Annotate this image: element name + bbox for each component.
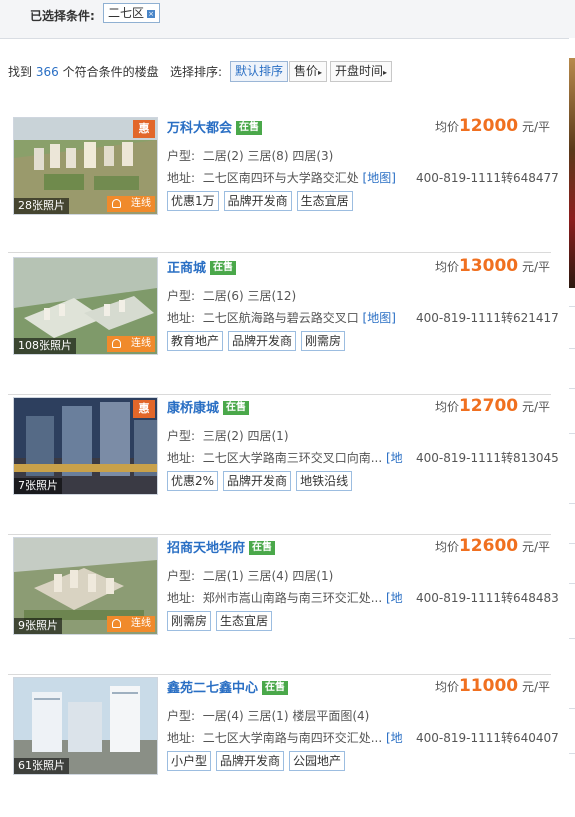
listing-layouts: 户型: 三居(2) 四居(1): [167, 429, 289, 443]
listing-name[interactable]: 鑫苑二七鑫中心 在售: [167, 677, 289, 696]
listing-layouts: 户型: 一居(4) 三居(1) 楼层平面图(4): [167, 709, 370, 723]
listing-photo[interactable]: 9张照片 连线: [13, 537, 158, 635]
feature-tag[interactable]: 品牌开发商: [216, 751, 285, 771]
listing-phone: 400-819-1111转813045: [416, 451, 559, 465]
listing-price: 均价12600 元/平: [434, 536, 550, 556]
sort-price-button[interactable]: 售价▸: [289, 61, 328, 82]
map-link[interactable]: [地图]: [363, 171, 396, 185]
filter-tag-label: 二七区: [108, 6, 145, 20]
filter-bar: 已选择条件: 二七区 ×: [0, 0, 575, 39]
listing-item: 108张照片 连线 正商城 在售 均价13000 元/平 户型: 二居(6) 三居…: [0, 256, 560, 397]
sort-arrow-icon: ▸: [318, 68, 323, 77]
feature-tag[interactable]: 优惠1万: [167, 191, 219, 211]
map-link[interactable]: [地: [386, 451, 403, 465]
bell-icon: [112, 339, 121, 348]
feature-tag[interactable]: 生态宜居: [296, 191, 353, 211]
on-sale-badge: 在售: [210, 261, 237, 275]
sort-open-date-button[interactable]: 开盘时间▸: [330, 61, 393, 82]
discount-badge: 惠: [133, 400, 155, 418]
on-sale-badge: 在售: [223, 401, 250, 415]
listing-photo[interactable]: 61张照片: [13, 677, 158, 775]
listing-address: 地址: 二七区大学路南三环交叉口向南... [地: [167, 451, 403, 465]
photo-count: 9张照片: [14, 618, 62, 634]
listing-phone: 400-819-1111转648483: [416, 591, 559, 605]
listing-tags: 优惠1万 品牌开发商 生态宜居: [167, 191, 358, 211]
live-chat-button[interactable]: 连线: [107, 336, 155, 352]
side-ad-image: [569, 58, 575, 288]
photo-count: 61张照片: [14, 758, 69, 774]
listing-layouts: 户型: 二居(6) 三居(12): [167, 289, 297, 303]
listing-photo[interactable]: 惠 28张照片 连线: [13, 117, 158, 215]
listing-address: 地址: 二七区航海路与碧云路交叉口 [地图]: [167, 311, 396, 325]
listing-address: 地址: 郑州市嵩山南路与南三环交汇处... [地: [167, 591, 403, 605]
result-count: 找到 366 个符合条件的楼盘: [8, 65, 159, 79]
photo-count: 28张照片: [14, 198, 69, 214]
listing-photo[interactable]: 108张照片 连线: [13, 257, 158, 355]
listing-item: 9张照片 连线 招商天地华府 在售 均价12600 元/平 户型: 二居(1) 三…: [0, 536, 560, 677]
feature-tag[interactable]: 生态宜居: [216, 611, 273, 631]
feature-tag[interactable]: 刚需房: [167, 611, 212, 631]
listing-price: 均价12000 元/平: [434, 116, 550, 136]
filter-tag-district[interactable]: 二七区 ×: [103, 3, 161, 23]
map-link[interactable]: [地图]: [363, 311, 396, 325]
on-sale-badge: 在售: [249, 541, 276, 555]
listing-address: 地址: 二七区南四环与大学路交汇处 [地图]: [167, 171, 396, 185]
bell-icon: [112, 199, 121, 208]
listing-tags: 刚需房 生态宜居: [167, 611, 277, 631]
feature-tag[interactable]: 刚需房: [301, 331, 346, 351]
listing-photo[interactable]: 惠 7张照片: [13, 397, 158, 495]
listing-item: 61张照片 鑫苑二七鑫中心 在售 均价11000 元/平 户型: 一居(4) 三居…: [0, 676, 560, 817]
sort-arrow-icon: ▸: [383, 68, 388, 77]
feature-tag[interactable]: 品牌开发商: [223, 471, 292, 491]
listing-item: 惠 7张照片 康桥康城 在售 均价12700 元/平 户型: 三居(2) 四居(1…: [0, 396, 560, 537]
close-icon[interactable]: ×: [147, 9, 156, 18]
map-link[interactable]: [地: [386, 731, 403, 745]
listing-price: 均价12700 元/平: [434, 396, 550, 416]
feature-tag[interactable]: 品牌开发商: [223, 191, 292, 211]
feature-tag[interactable]: 教育地产: [167, 331, 224, 351]
filter-label: 已选择条件:: [30, 9, 95, 23]
side-panel-edge: [569, 38, 575, 774]
photo-count: 108张照片: [14, 338, 76, 354]
feature-tag[interactable]: 品牌开发商: [228, 331, 297, 351]
listing-phone: 400-819-1111转648477: [416, 171, 559, 185]
listing-tags: 教育地产 品牌开发商 刚需房: [167, 331, 350, 351]
listing-layouts: 户型: 二居(1) 三居(4) 四居(1): [167, 569, 334, 583]
listing-name[interactable]: 康桥康城 在售: [167, 397, 250, 416]
feature-tag[interactable]: 地铁沿线: [296, 471, 353, 491]
on-sale-badge: 在售: [236, 121, 263, 135]
photo-count: 7张照片: [14, 478, 62, 494]
live-chat-button[interactable]: 连线: [107, 616, 155, 632]
listing-name[interactable]: 招商天地华府 在售: [167, 537, 276, 556]
discount-badge: 惠: [133, 120, 155, 138]
listing-price: 均价13000 元/平: [434, 256, 550, 276]
feature-tag[interactable]: 小户型: [167, 751, 212, 771]
feature-tag[interactable]: 公园地产: [289, 751, 346, 771]
listing-phone: 400-819-1111转640407: [416, 731, 559, 745]
sort-label: 选择排序:: [170, 65, 223, 79]
listing-tags: 优惠2% 品牌开发商 地铁沿线: [167, 471, 357, 491]
listing-layouts: 户型: 二居(2) 三居(8) 四居(3): [167, 149, 334, 163]
listing-tags: 小户型 品牌开发商 公园地产: [167, 751, 350, 771]
listing-name[interactable]: 万科大都会 在售: [167, 117, 263, 136]
listing-item: 惠 28张照片 连线 万科大都会 在售 均价12000 元/平 户型: 二居(2)…: [0, 116, 560, 257]
listing-price: 均价11000 元/平: [434, 676, 550, 696]
listing-name[interactable]: 正商城 在售: [167, 257, 237, 276]
feature-tag[interactable]: 优惠2%: [167, 471, 219, 491]
listing-address: 地址: 二七区大学南路与南四环交汇处... [地: [167, 731, 403, 745]
result-count-number: 366: [35, 65, 59, 79]
listing-phone: 400-819-1111转621417: [416, 311, 559, 325]
map-link[interactable]: [地: [386, 591, 403, 605]
live-chat-button[interactable]: 连线: [107, 196, 155, 212]
bell-icon: [112, 619, 121, 628]
sort-default-button[interactable]: 默认排序: [230, 61, 289, 82]
on-sale-badge: 在售: [262, 681, 289, 695]
